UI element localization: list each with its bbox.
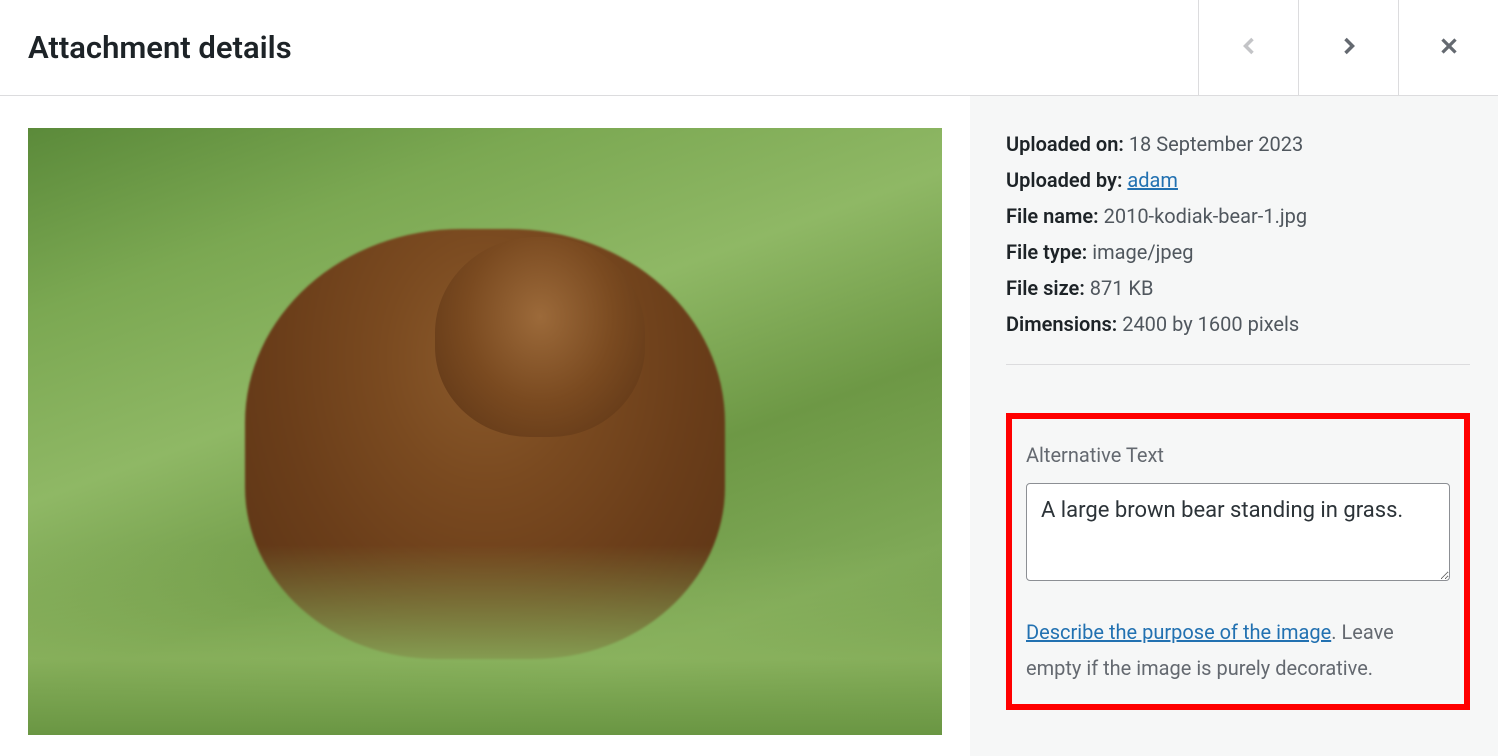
next-button[interactable] (1298, 0, 1398, 95)
modal-header: Attachment details (0, 0, 1498, 96)
alt-text-label: Alternative Text (1026, 437, 1450, 473)
meta-label: Uploaded by: (1006, 168, 1122, 192)
meta-label: File type: (1006, 240, 1087, 264)
chevron-left-icon (1235, 32, 1263, 64)
meta-label: File name: (1006, 204, 1099, 228)
alt-text-section: Alternative Text Describe the purpose of… (1006, 413, 1470, 710)
alt-help-text: Describe the purpose of the image. Leave… (1026, 614, 1450, 686)
alt-text-input[interactable] (1026, 483, 1450, 581)
page-title: Attachment details (28, 29, 292, 66)
chevron-right-icon (1335, 32, 1363, 64)
meta-dimensions: Dimensions: 2400 by 1600 pixels (1006, 306, 1470, 342)
meta-value: 2400 by 1600 pixels (1122, 312, 1299, 336)
image-content (435, 237, 645, 437)
meta-value: 18 September 2023 (1129, 132, 1303, 156)
preview-pane (0, 96, 970, 756)
meta-value: 2010-kodiak-bear-1.jpg (1104, 204, 1308, 228)
meta-value: 871 KB (1090, 276, 1154, 300)
details-sidebar: Uploaded on: 18 September 2023 Uploaded … (970, 96, 1498, 756)
meta-label: Dimensions: (1006, 312, 1117, 336)
describe-image-link[interactable]: Describe the purpose of the image (1026, 620, 1331, 644)
close-icon (1436, 33, 1462, 63)
divider (1006, 364, 1470, 365)
meta-label: Uploaded on: (1006, 132, 1124, 156)
meta-label: File size: (1006, 276, 1085, 300)
meta-uploaded-by: Uploaded by: adam (1006, 162, 1470, 198)
meta-file-size: File size: 871 KB (1006, 270, 1470, 306)
header-nav (1198, 0, 1498, 95)
meta-file-name: File name: 2010-kodiak-bear-1.jpg (1006, 198, 1470, 234)
meta-file-type: File type: image/jpeg (1006, 234, 1470, 270)
meta-uploaded-on: Uploaded on: 18 September 2023 (1006, 126, 1470, 162)
image-content (28, 545, 942, 735)
close-button[interactable] (1398, 0, 1498, 95)
attachment-image[interactable] (28, 128, 942, 735)
meta-value: image/jpeg (1092, 240, 1193, 264)
prev-button (1198, 0, 1298, 95)
content-area: Uploaded on: 18 September 2023 Uploaded … (0, 96, 1498, 756)
uploader-link[interactable]: adam (1127, 168, 1178, 192)
